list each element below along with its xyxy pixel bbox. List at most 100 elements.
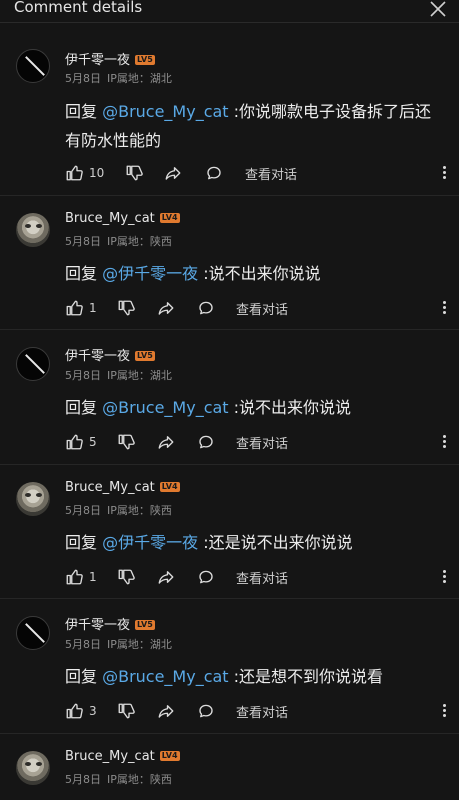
like-button[interactable]: 1: [65, 567, 97, 587]
share-icon: [157, 568, 175, 586]
share-icon: [157, 299, 175, 317]
action-bar: 3 查看对话: [65, 701, 447, 721]
ip-location: IP属地：陕西: [107, 235, 172, 248]
share-button[interactable]: [157, 432, 175, 452]
comment-item: Bruce_My_cat LV4 5月8日 IP属地：陕西 回复 @伊千零一夜 :说…: [0, 196, 459, 330]
comment-date: 5月8日: [65, 235, 101, 248]
thumb-down-icon: [117, 568, 135, 586]
thumb-down-icon: [117, 433, 135, 451]
dislike-button[interactable]: [117, 701, 135, 721]
share-icon: [157, 702, 175, 720]
share-button[interactable]: [164, 163, 182, 183]
comment-meta: 5月8日 IP属地：陕西: [65, 233, 178, 249]
thumb-down-icon: [117, 299, 135, 317]
reply-button[interactable]: [197, 432, 215, 452]
comment-date: 5月8日: [65, 504, 101, 517]
action-bar: 1 查看对话: [65, 298, 447, 318]
mention-link[interactable]: @Bruce_My_cat: [102, 667, 228, 686]
comment-bubble-icon: [197, 433, 215, 451]
like-count: 1: [89, 301, 97, 315]
share-icon: [164, 164, 182, 182]
username[interactable]: Bruce_My_cat LV4: [65, 211, 180, 226]
share-icon: [157, 433, 175, 451]
username[interactable]: 伊千零一夜 LV5: [65, 345, 155, 364]
mention-link[interactable]: @伊千零一夜: [102, 533, 198, 552]
like-button[interactable]: 3: [65, 701, 97, 721]
comment-item: 伊千零一夜 LV5 5月8日 IP属地：湖北 回复 @Bruce_My_cat :你…: [0, 23, 459, 196]
comment-meta: 5月8日 IP属地：陕西: [65, 502, 178, 518]
like-count: 10: [89, 166, 105, 180]
level-badge: LV4: [159, 482, 180, 492]
share-button[interactable]: [157, 298, 175, 318]
comment-date: 5月8日: [65, 773, 101, 786]
like-button[interactable]: 10: [65, 163, 104, 183]
reply-button[interactable]: [197, 298, 215, 318]
username[interactable]: Bruce_My_cat LV4: [65, 749, 180, 764]
ip-location: IP属地：湖北: [107, 638, 172, 651]
comment-bubble-icon: [197, 702, 215, 720]
comment-date: 5月8日: [65, 638, 101, 651]
comment-bubble-icon: [197, 299, 215, 317]
avatar[interactable]: [16, 751, 50, 785]
dislike-button[interactable]: [125, 163, 143, 183]
comment-meta: 5月8日 IP属地：湖北: [65, 636, 178, 652]
action-bar: 5 查看对话: [65, 432, 447, 452]
view-conversation-link[interactable]: 查看对话: [236, 433, 288, 452]
action-bar: 1 查看对话: [65, 567, 447, 587]
avatar[interactable]: [16, 49, 50, 83]
level-badge: LV5: [135, 620, 155, 630]
dislike-button[interactable]: [117, 567, 135, 587]
more-options-icon[interactable]: [443, 433, 447, 451]
dislike-button[interactable]: [117, 298, 135, 318]
ip-location: IP属地：陕西: [107, 504, 172, 517]
like-button[interactable]: 1: [65, 298, 97, 318]
view-conversation-link[interactable]: 查看对话: [236, 568, 288, 587]
like-count: 5: [89, 435, 97, 449]
view-conversation-link[interactable]: 查看对话: [236, 702, 288, 721]
comment-text: 回复 @Bruce_My_cat :说不出来你说说: [65, 398, 352, 417]
action-bar: 10 查看对话: [65, 163, 447, 183]
avatar[interactable]: [16, 482, 50, 516]
avatar[interactable]: [16, 213, 50, 247]
username[interactable]: 伊千零一夜 LV5: [65, 614, 155, 633]
page-title: Comment details: [14, 0, 143, 16]
reply-button[interactable]: [197, 701, 215, 721]
comment-date: 5月8日: [65, 72, 101, 85]
ip-location: IP属地：湖北: [107, 72, 172, 85]
more-options-icon[interactable]: [443, 299, 447, 317]
thumb-down-icon: [125, 164, 143, 182]
mention-link[interactable]: @Bruce_My_cat: [102, 102, 228, 121]
close-icon[interactable]: [429, 0, 447, 18]
comment-item: 伊千零一夜 LV5 5月8日 IP属地：湖北 回复 @Bruce_My_cat :说…: [0, 330, 459, 465]
mention-link[interactable]: @Bruce_My_cat: [102, 398, 228, 417]
comment-date: 5月8日: [65, 369, 101, 382]
more-options-icon[interactable]: [443, 568, 447, 586]
view-conversation-link[interactable]: 查看对话: [245, 164, 297, 183]
level-badge: LV4: [159, 751, 180, 761]
dislike-button[interactable]: [117, 432, 135, 452]
comment-text: 回复 @Bruce_My_cat :你说哪款电子设备拆了后还有防水性能的: [65, 102, 432, 150]
thumb-up-icon: [65, 299, 83, 317]
avatar[interactable]: [16, 616, 50, 650]
reply-button[interactable]: [205, 163, 223, 183]
username[interactable]: 伊千零一夜 LV5: [65, 49, 155, 68]
share-button[interactable]: [157, 701, 175, 721]
reply-button[interactable]: [197, 567, 215, 587]
like-count: 3: [89, 704, 97, 718]
mention-link[interactable]: @伊千零一夜: [102, 264, 198, 283]
more-options-icon[interactable]: [443, 702, 447, 720]
ip-location: IP属地：陕西: [107, 773, 172, 786]
username[interactable]: Bruce_My_cat LV4: [65, 480, 180, 495]
more-options-icon[interactable]: [443, 164, 447, 182]
comment-item: 伊千零一夜 LV5 5月8日 IP属地：湖北 回复 @Bruce_My_cat :还…: [0, 599, 459, 734]
comment-item: Bruce_My_cat LV4 5月8日 IP属地：陕西: [0, 734, 459, 800]
comment-text: 回复 @伊千零一夜 :说不出来你说说: [65, 264, 321, 283]
level-badge: LV4: [159, 213, 180, 223]
level-badge: LV5: [135, 351, 155, 361]
view-conversation-link[interactable]: 查看对话: [236, 299, 288, 318]
avatar[interactable]: [16, 347, 50, 381]
comment-meta: 5月8日 IP属地：湖北: [65, 70, 178, 86]
like-button[interactable]: 5: [65, 432, 97, 452]
share-button[interactable]: [157, 567, 175, 587]
comment-meta: 5月8日 IP属地：陕西: [65, 771, 178, 787]
